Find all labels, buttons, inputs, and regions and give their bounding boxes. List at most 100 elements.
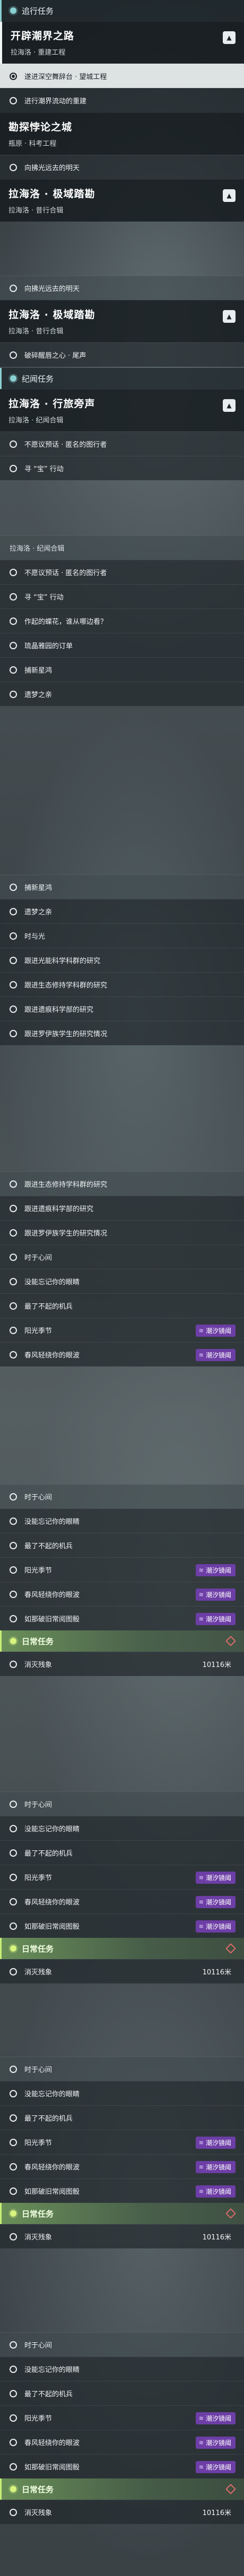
objective-row[interactable]: 如那破旧常阅图骰 ≋ 潮汐镜阈 xyxy=(0,1913,244,1938)
objective-row[interactable]: 消灭残象 10116米 xyxy=(0,1959,244,1983)
objective-row[interactable]: 时于心间 xyxy=(0,1792,244,1816)
quest-card[interactable]: 拉海洛 · 行旅旁声 拉海洛 · 纪闻合辑 ▲ xyxy=(0,389,244,431)
objective-label: 消灭残象 xyxy=(24,2234,53,2242)
objective-row[interactable]: 没能忘记你的眼睛 xyxy=(0,1269,244,1293)
section-header-legend[interactable]: 纪闻任务 xyxy=(0,368,244,389)
objective-row[interactable]: 如那破旧常阅图骰 ≋ 潮汐镜阈 xyxy=(0,2178,244,2203)
collapse-icon[interactable]: ▲ xyxy=(223,310,236,323)
objective-row[interactable]: 最了不起的机兵 xyxy=(0,2381,244,2405)
objective-row[interactable]: 时于心间 xyxy=(0,2332,244,2357)
objective-circle-icon xyxy=(10,1005,17,1013)
wave-icon: ≋ xyxy=(198,2415,204,2422)
objective-row[interactable]: 阳光季节 ≋ 潮汐镜阈 xyxy=(0,1865,244,1889)
objective-row[interactable]: 最了不起的机兵 xyxy=(0,1840,244,1865)
objective-row[interactable]: 没能忘记你的眼睛 xyxy=(0,1816,244,1840)
collapse-icon[interactable]: ▲ xyxy=(223,31,236,44)
objective-circle-icon xyxy=(10,2341,17,2349)
objective-row-selected[interactable]: 遂进深空舞辞台 · 望城工程 xyxy=(0,64,244,88)
objective-row[interactable]: 没能忘记你的眼睛 xyxy=(0,1508,244,1533)
section-header-daily[interactable]: 日常任务 xyxy=(0,2478,244,2500)
objective-row[interactable]: 跟进罗伊族学生的研究情况 xyxy=(0,1220,244,1245)
quest-subtitle: 拉海洛 · 重建工程 xyxy=(11,49,66,57)
collapse-icon[interactable]: ▲ xyxy=(223,189,236,202)
objective-row[interactable]: 寻 “宝” 行动 xyxy=(0,584,244,608)
section-title: 纪闻任务 xyxy=(22,374,54,384)
objective-row[interactable]: 阳光季节 ≋ 潮汐镜阈 xyxy=(0,1557,244,1582)
objective-row[interactable]: 没能忘记你的眼睛 xyxy=(0,2357,244,2381)
scroll-panel-d: 捕新星鸿 遗梦之亲 时与光 跟进光能科学科群的研究 跟进生态修持学科群的研究 跟… xyxy=(0,875,244,1045)
objective-row[interactable]: 向拂光远去的明天 xyxy=(0,276,244,300)
objective-row[interactable]: 捕新星鸿 xyxy=(0,657,244,682)
objective-row[interactable]: 时于心间 xyxy=(0,2057,244,2081)
wave-icon: ≋ xyxy=(198,2139,204,2146)
objective-row[interactable]: 没能忘记你的眼睛 xyxy=(0,2081,244,2105)
objective-row[interactable]: 如那破旧常阅图骰 ≋ 潮汐镜阈 xyxy=(0,1606,244,1630)
section-header-tracked[interactable]: 追行任务 xyxy=(0,0,244,21)
objective-row[interactable]: 春风轻绕你的眼波 ≋ 潮汐镜阈 xyxy=(0,1889,244,1913)
quest-subtitle: 拉海洛 · 纪闻合辑 xyxy=(10,545,65,553)
objective-row[interactable]: 春风轻绕你的眼波 ≋ 潮汐镜阈 xyxy=(0,2430,244,2454)
section-header-daily[interactable]: 日常任务 xyxy=(0,1938,244,1959)
objective-row[interactable]: 遗梦之亲 xyxy=(0,899,244,923)
collapse-icon[interactable]: ▲ xyxy=(223,399,236,412)
objective-row[interactable]: 跟进罗伊族学生的研究情况 xyxy=(0,1021,244,1045)
wave-icon: ≋ xyxy=(198,1352,204,1358)
objective-row[interactable]: 如那破旧常阅图骰 ≋ 潮汐镜阈 xyxy=(0,2454,244,2478)
pin-icon[interactable] xyxy=(225,2484,236,2494)
objective-row[interactable]: 最了不起的机兵 xyxy=(0,1533,244,1557)
quest-card[interactable]: 开辟潮界之路 拉海洛 · 重建工程 ▲ xyxy=(0,21,244,64)
quest-card[interactable]: 拉海洛 · 极域踏勘 拉海洛 · 昔行合辑 ▲ xyxy=(0,179,244,222)
wave-icon: ≋ xyxy=(198,2164,204,2171)
section-dot-icon xyxy=(10,2210,16,2217)
objective-circle-icon xyxy=(10,2187,17,2195)
section-header-daily[interactable]: 日常任务 xyxy=(0,1630,244,1652)
objective-row[interactable]: 最了不起的机兵 xyxy=(0,1293,244,1318)
objective-row[interactable]: 消灭残象 10116米 xyxy=(0,1652,244,1676)
objective-row[interactable]: 跟进遗痕科学部的研究 xyxy=(0,996,244,1021)
objective-row[interactable]: 跟进遗痕科学部的研究 xyxy=(0,1196,244,1220)
objective-row[interactable]: 阳光季节 ≋ 潮汐镜阈 xyxy=(0,1318,244,1342)
objective-row[interactable]: 消灭残象 10116米 xyxy=(0,2500,244,2524)
objective-row[interactable]: 破碎醒唇之心 · 尾声 xyxy=(0,342,244,367)
scroll-panel-g: 时于心间 没能忘记你的眼睛 最了不起的机兵 阳光季节 ≋ 潮汐镜阈 春风轻绕你的眼… xyxy=(0,1792,244,1983)
objective-row[interactable]: 进行潮界流动的重建 xyxy=(0,88,244,112)
pin-icon[interactable] xyxy=(225,2208,236,2219)
objective-circle-icon xyxy=(10,1849,17,1857)
objective-row[interactable]: 时于心间 xyxy=(0,1484,244,1508)
pin-icon[interactable] xyxy=(225,1636,236,1646)
quest-card[interactable]: 勘探悖论之城 瓶原 · 科考工程 xyxy=(0,112,244,155)
objective-row[interactable]: 春风轻绕你的眼波 ≋ 潮汐镜阈 xyxy=(0,1342,244,1366)
pin-icon[interactable] xyxy=(225,1943,236,1954)
objective-row[interactable]: 跟进生态修持学科群的研究 xyxy=(0,972,244,996)
objective-row[interactable]: 春风轻绕你的眼波 ≋ 潮汐镜阈 xyxy=(0,1582,244,1606)
objective-row[interactable]: 向拂光远去的明天 xyxy=(0,155,244,179)
objective-circle-icon xyxy=(10,956,17,964)
region-badge: ≋ 潮汐镜阈 xyxy=(195,1920,236,1933)
objective-row[interactable]: 阳光季节 ≋ 潮汐镜阈 xyxy=(0,2130,244,2154)
objective-row[interactable]: 作起的蝶花，谁从哪边看？ xyxy=(0,608,244,633)
objective-row[interactable]: 跟进生态修持学科群的研究 xyxy=(0,1171,244,1196)
quest-card[interactable]: 拉海洛 · 极域踏勘 拉海洛 · 昔行合辑 ▲ xyxy=(0,300,244,342)
section-header-daily[interactable]: 日常任务 xyxy=(0,2203,244,2224)
objective-row[interactable]: 消灭残象 10116米 xyxy=(0,2224,244,2248)
objective-label: 如那破旧常阅图骰 xyxy=(24,1616,80,1624)
objective-circle-icon xyxy=(10,932,17,940)
objective-row[interactable]: 琉晶雅园的订单 xyxy=(0,633,244,657)
objective-row[interactable]: 时与光 xyxy=(0,923,244,948)
objective-label: 春风轻绕你的眼波 xyxy=(24,2164,80,2172)
objective-row[interactable]: 春风轻绕你的眼波 ≋ 潮汐镜阈 xyxy=(0,2154,244,2178)
objective-row[interactable]: 寻 “宝” 行动 xyxy=(0,456,244,480)
objective-row[interactable]: 最了不起的机兵 xyxy=(0,2105,244,2130)
objective-circle-icon xyxy=(10,1660,17,1668)
objective-row[interactable]: 时于心间 xyxy=(0,1245,244,1269)
objective-circle-icon xyxy=(10,883,17,891)
objective-row[interactable]: 捕新星鸿 xyxy=(0,875,244,899)
objective-row[interactable]: 不愿议预话 · 匿名的图行者 xyxy=(0,431,244,456)
objective-row[interactable]: 不愿议预话 · 匿名的图行者 xyxy=(0,560,244,584)
objective-label: 琉晶雅园的订单 xyxy=(24,642,73,650)
objective-row[interactable]: 遗梦之亲 xyxy=(0,682,244,706)
objective-row[interactable]: 跟进光能科学科群的研究 xyxy=(0,948,244,972)
objective-label: 遗梦之亲 xyxy=(24,691,53,699)
objective-circle-icon xyxy=(10,1229,17,1237)
objective-row[interactable]: 阳光季节 ≋ 潮汐镜阈 xyxy=(0,2405,244,2430)
